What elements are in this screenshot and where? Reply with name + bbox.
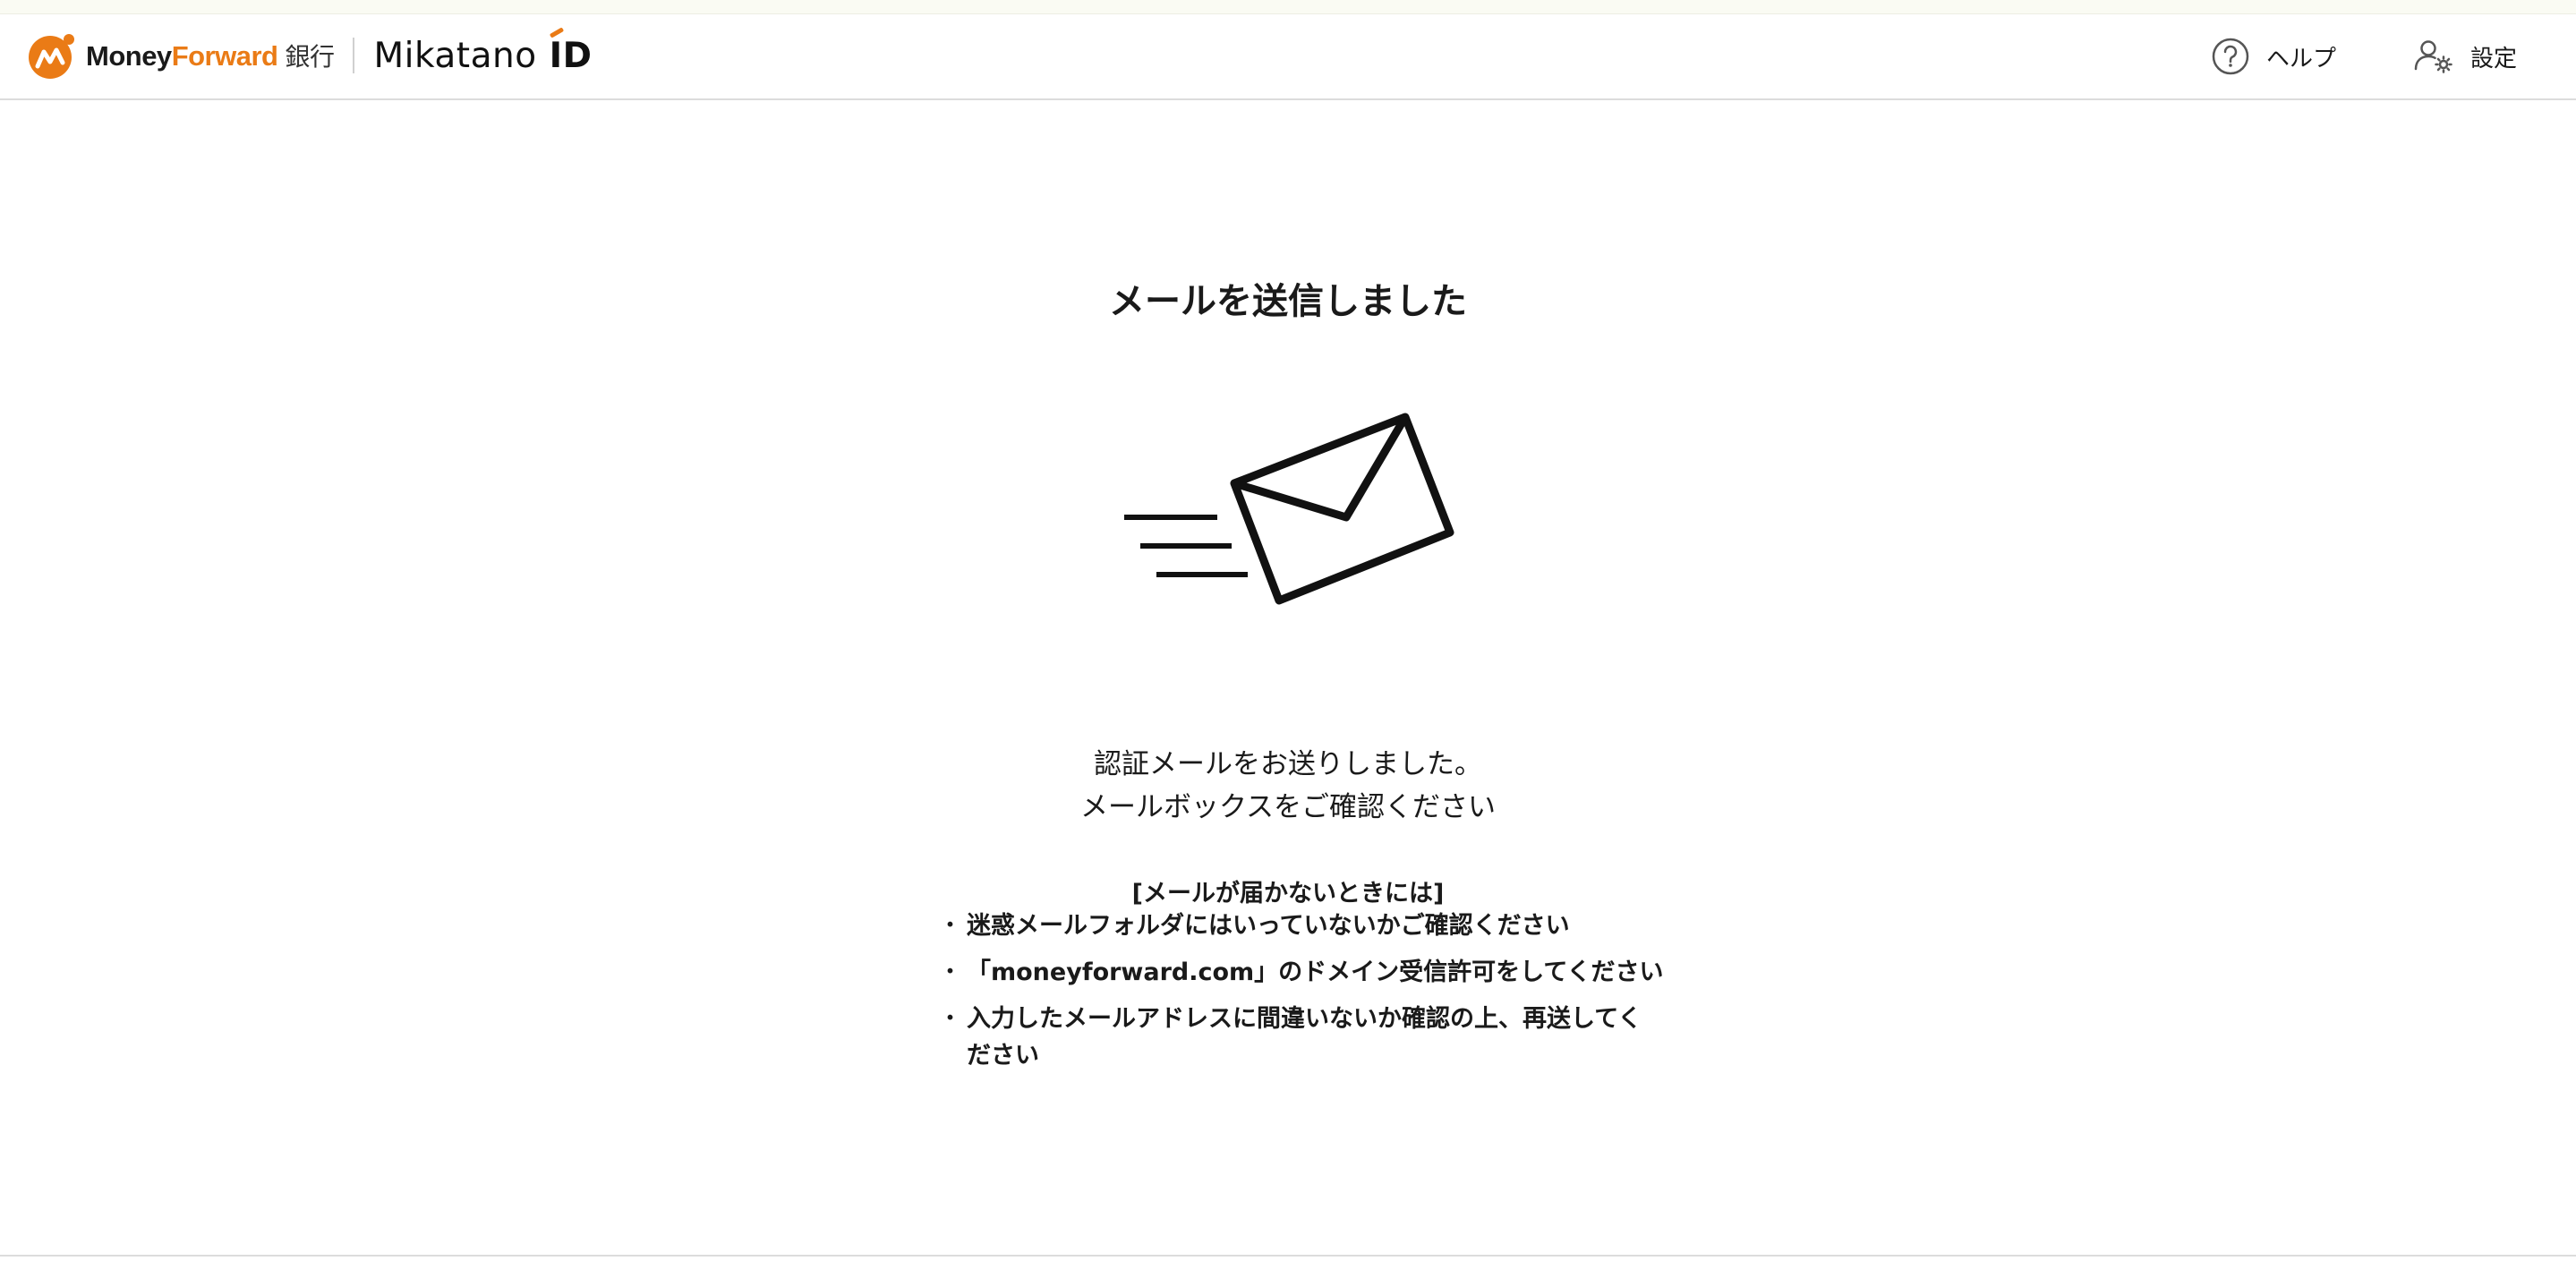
mikatano-id-wordmark: Mikatano ID bbox=[373, 26, 593, 76]
money-forward-logo-icon bbox=[29, 34, 74, 79]
user-gear-icon bbox=[2414, 40, 2452, 73]
sent-message: 認証メールをお送りしました。 メールボックスをご確認ください bbox=[0, 743, 2576, 829]
sent-message-line-2: メールボックスをご確認ください bbox=[1079, 791, 1497, 823]
bullet: ・ bbox=[938, 958, 962, 986]
bullet: ・ bbox=[938, 912, 962, 940]
brand-divider bbox=[352, 38, 354, 73]
brand-bank: 銀行 bbox=[285, 42, 335, 72]
settings-button[interactable]: 設定 bbox=[2413, 34, 2517, 79]
brand-money: Money bbox=[86, 40, 172, 72]
tip-text: 「moneyforward.com」のドメイン受信許可をしてください bbox=[967, 958, 1664, 986]
browser-top-strip bbox=[0, 0, 2576, 14]
footer-divider bbox=[0, 1255, 2576, 1257]
settings-label: 設定 bbox=[2470, 45, 2518, 72]
brand-logo[interactable]: MoneyForward 銀行 Mikatano ID bbox=[27, 26, 593, 79]
main-content: メールを送信しました 認証メールをお送りしました。 メールボックスをご確認くださ… bbox=[0, 100, 2576, 1255]
brand-product: Mikatano bbox=[373, 35, 537, 76]
app-header: MoneyForward 銀行 Mikatano ID ヘルプ 設定 bbox=[0, 14, 2576, 100]
money-forward-bank-wordmark: MoneyForward 銀行 bbox=[86, 38, 335, 73]
brand-product-suffix: ID bbox=[549, 35, 593, 76]
list-item: ・迷惑メールフォルダにはいっていないかご確認ください bbox=[931, 907, 1665, 944]
page-title: メールを送信しました bbox=[1109, 281, 1467, 322]
tips-list: ・迷惑メールフォルダにはいっていないかご確認ください ・「moneyforwar… bbox=[931, 907, 1665, 1084]
tip-text: 入力したメールアドレスに間違いないか確認の上、再送してください bbox=[967, 1005, 1642, 1069]
question-circle-icon bbox=[2212, 38, 2249, 75]
help-label: ヘルプ bbox=[2266, 45, 2337, 72]
list-item: ・入力したメールアドレスに間違いないか確認の上、再送してください bbox=[931, 1001, 1665, 1074]
help-button[interactable]: ヘルプ bbox=[2211, 34, 2336, 79]
brand-forward: Forward bbox=[171, 40, 278, 72]
bullet: ・ bbox=[938, 1005, 962, 1033]
tips-heading: [メールが届かないときには] bbox=[1131, 880, 1445, 907]
list-item: ・「moneyforward.com」のドメイン受信許可をしてください bbox=[931, 954, 1665, 991]
sending-envelope-icon bbox=[1124, 413, 1454, 605]
tip-text: 迷惑メールフォルダにはいっていないかご確認ください bbox=[967, 912, 1570, 940]
sent-message-line-1: 認証メールをお送りしました。 bbox=[1094, 748, 1482, 780]
